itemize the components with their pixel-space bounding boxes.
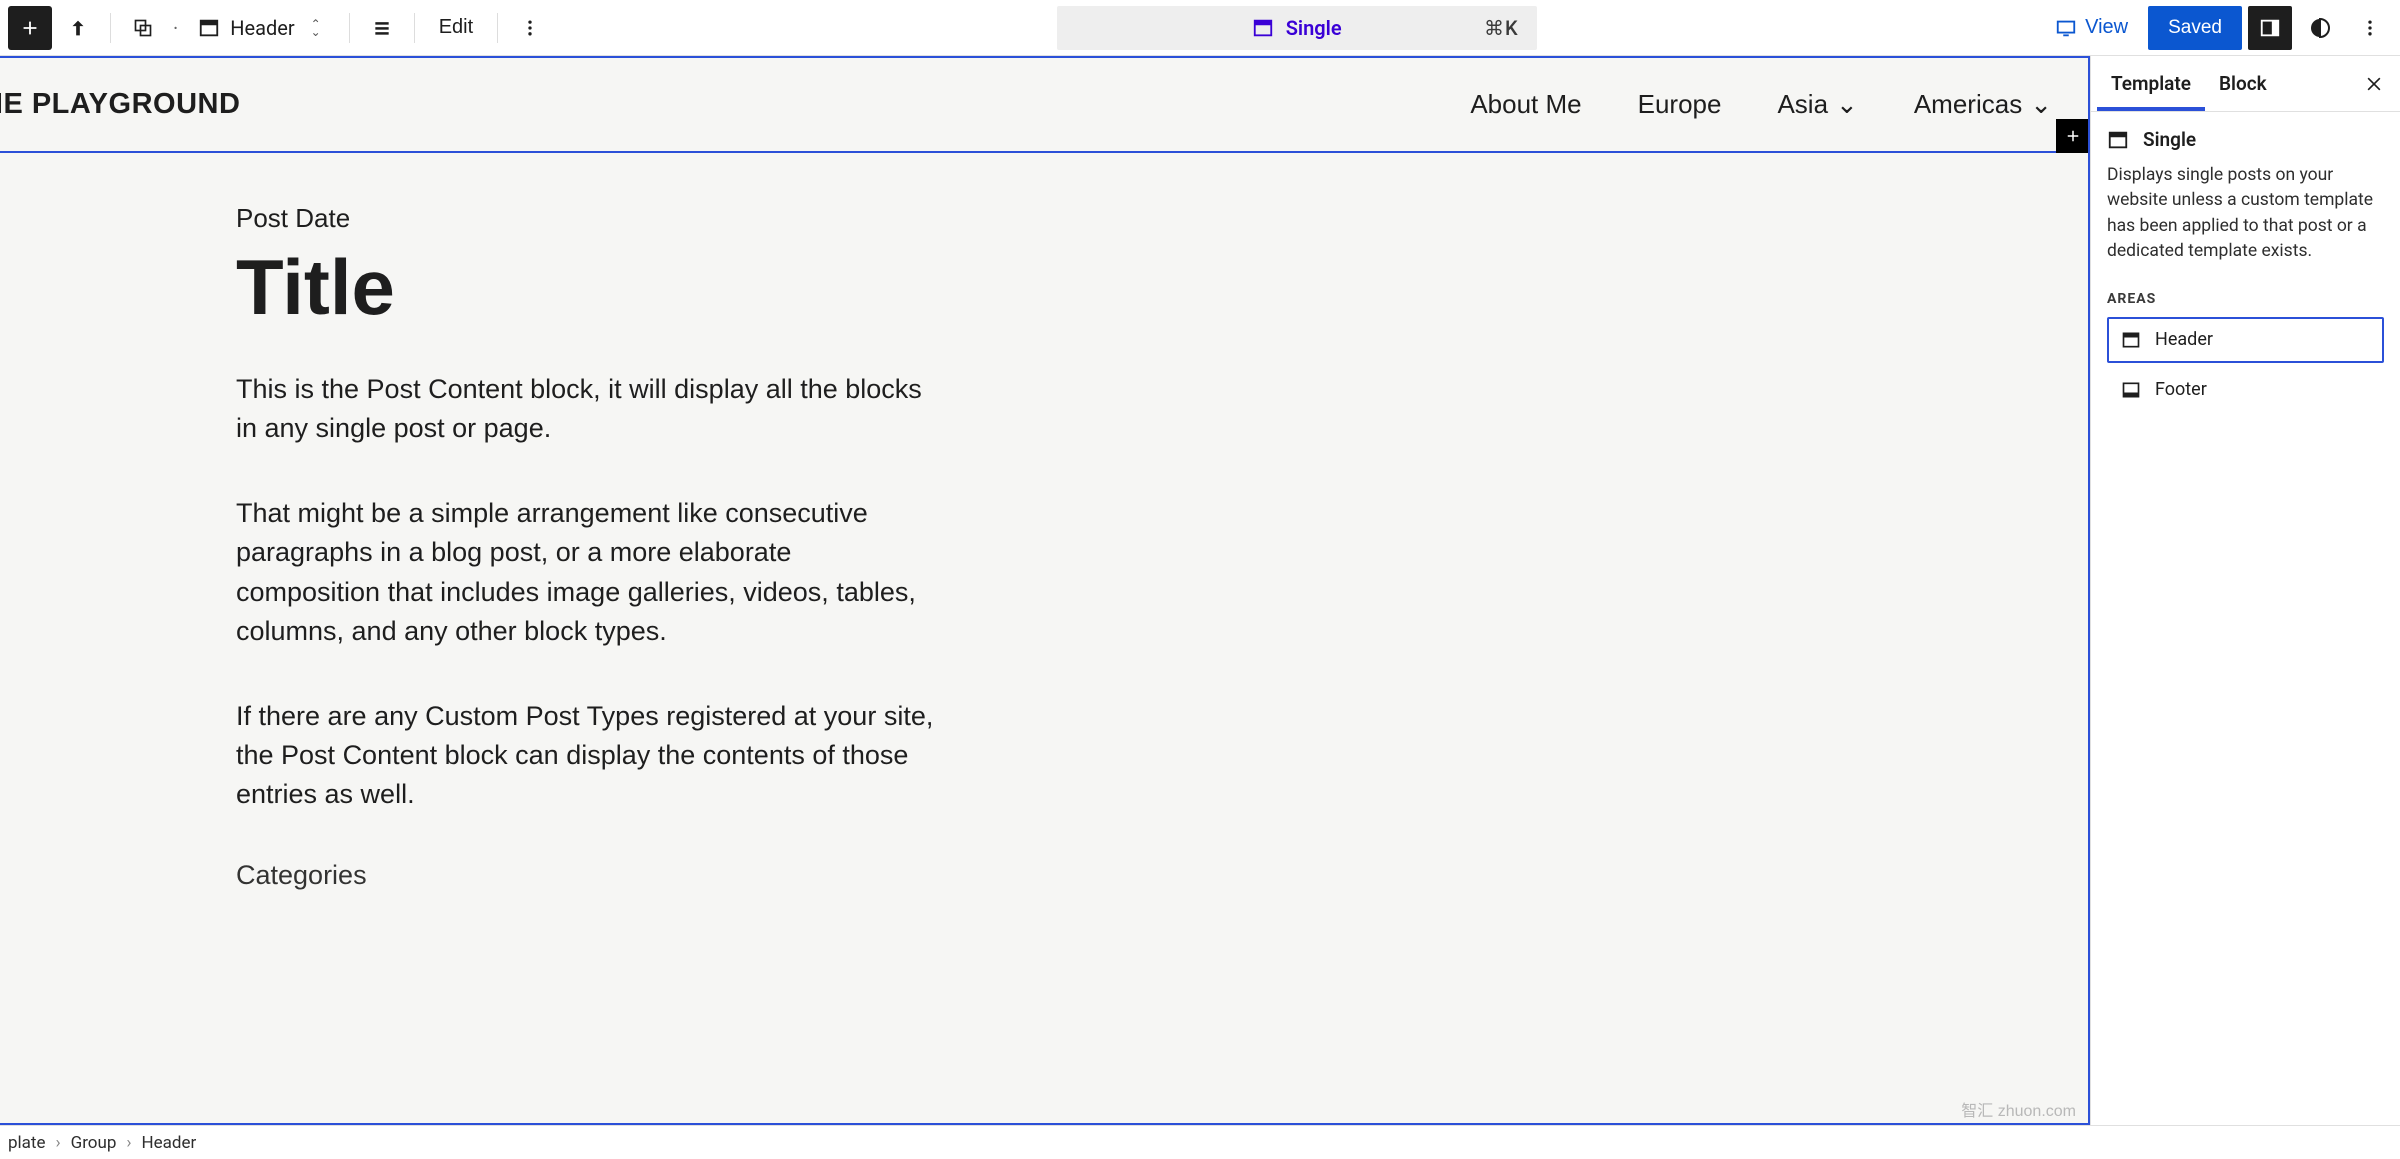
block-breadcrumb: plate › Group › Header bbox=[0, 1125, 2400, 1159]
block-type-chip[interactable]: Header ⌃⌄ bbox=[186, 16, 338, 40]
area-label: Header bbox=[2155, 329, 2213, 350]
nav-item-asia[interactable]: Asia⌄ bbox=[1777, 89, 1857, 120]
area-footer[interactable]: Footer bbox=[2107, 367, 2384, 413]
edit-button[interactable]: Edit bbox=[425, 6, 487, 50]
editor-more-options-icon[interactable] bbox=[2348, 6, 2392, 50]
tab-template[interactable]: Template bbox=[2097, 56, 2205, 111]
breadcrumb-separator-icon: › bbox=[126, 1133, 131, 1153]
post-paragraph[interactable]: That might be a simple arrangement like … bbox=[236, 494, 934, 651]
toolbar-separator bbox=[110, 13, 111, 43]
view-button[interactable]: View bbox=[2041, 6, 2142, 50]
areas-section-label: AREAS bbox=[2107, 291, 2384, 307]
header-area-icon bbox=[2121, 330, 2141, 350]
document-title: Single bbox=[1286, 16, 1342, 40]
editor-canvas[interactable]: HE PLAYGROUND About Me Europe Asia⌄ Amer… bbox=[0, 56, 2090, 1125]
settings-tabs: Template Block bbox=[2091, 56, 2400, 112]
breadcrumb-separator-icon: › bbox=[56, 1133, 61, 1153]
command-shortcut: ⌘K bbox=[1484, 16, 1519, 40]
nav-item-americas[interactable]: Americas⌄ bbox=[1914, 89, 2052, 120]
view-label: View bbox=[2085, 16, 2128, 39]
select-parent-icon[interactable] bbox=[121, 6, 165, 50]
post-title-block[interactable]: Title bbox=[236, 248, 934, 326]
add-block-button[interactable] bbox=[8, 6, 52, 50]
nav-item-europe[interactable]: Europe bbox=[1638, 89, 1722, 120]
toolbar-separator bbox=[349, 13, 350, 43]
site-navigation: About Me Europe Asia⌄ Americas⌄ bbox=[1470, 89, 2052, 120]
settings-panel: Template Block Single Displays single po… bbox=[2090, 56, 2400, 1125]
chevron-down-icon: ⌄ bbox=[1836, 89, 1858, 120]
tab-block[interactable]: Block bbox=[2205, 56, 2281, 111]
saved-button[interactable]: Saved bbox=[2148, 6, 2242, 50]
breadcrumb-item[interactable]: Group bbox=[71, 1133, 117, 1153]
styles-icon[interactable] bbox=[2298, 6, 2342, 50]
append-block-button[interactable] bbox=[2056, 119, 2090, 153]
block-type-label: Header bbox=[230, 16, 294, 40]
post-paragraph[interactable]: This is the Post Content block, it will … bbox=[236, 370, 934, 448]
site-header-block[interactable]: HE PLAYGROUND About Me Europe Asia⌄ Amer… bbox=[0, 58, 2088, 153]
align-icon[interactable] bbox=[360, 6, 404, 50]
template-description: Displays single posts on your website un… bbox=[2107, 163, 2384, 265]
settings-panel-toggle[interactable] bbox=[2248, 6, 2292, 50]
desktop-icon bbox=[2055, 17, 2077, 39]
watermark: 智汇 zhuon.com bbox=[1961, 1097, 2076, 1121]
post-content-area[interactable]: Post Date Title This is the Post Content… bbox=[0, 153, 1004, 891]
template-icon bbox=[2107, 129, 2129, 151]
post-categories-block[interactable]: Categories bbox=[236, 860, 934, 891]
post-paragraph[interactable]: If there are any Custom Post Types regis… bbox=[236, 697, 934, 814]
breadcrumb-item[interactable]: plate bbox=[8, 1133, 46, 1153]
nav-item-about-me[interactable]: About Me bbox=[1470, 89, 1581, 120]
area-header[interactable]: Header bbox=[2107, 317, 2384, 363]
breadcrumb-item[interactable]: Header bbox=[142, 1133, 197, 1153]
toolbar-separator bbox=[497, 13, 498, 43]
area-label: Footer bbox=[2155, 379, 2207, 400]
template-name: Single bbox=[2143, 128, 2196, 151]
editor-top-toolbar: · Header ⌃⌄ Edit Single ⌘K bbox=[0, 0, 2400, 56]
close-settings-icon[interactable] bbox=[2354, 64, 2394, 104]
block-more-options-icon[interactable] bbox=[508, 6, 552, 50]
footer-area-icon bbox=[2121, 380, 2141, 400]
template-heading: Single bbox=[2107, 128, 2384, 151]
header-block-icon bbox=[198, 17, 220, 39]
site-title[interactable]: HE PLAYGROUND bbox=[0, 88, 240, 121]
template-icon bbox=[1252, 17, 1274, 39]
document-title-pill[interactable]: Single ⌘K bbox=[1057, 6, 1537, 50]
chevron-down-icon: ⌄ bbox=[2030, 89, 2052, 120]
dot-icon: · bbox=[169, 16, 182, 40]
block-switcher-arrows-icon: ⌃⌄ bbox=[305, 20, 327, 36]
post-date-block[interactable]: Post Date bbox=[236, 203, 934, 234]
move-up-icon[interactable] bbox=[56, 6, 100, 50]
toolbar-separator bbox=[414, 13, 415, 43]
